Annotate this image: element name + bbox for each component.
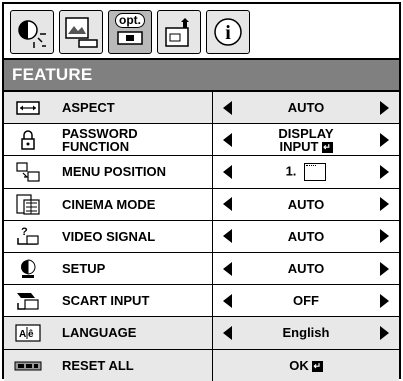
video-signal-selector[interactable]: AUTO: [212, 220, 399, 252]
reset-all-button[interactable]: OK ↵: [212, 349, 399, 381]
password-selector[interactable]: DISPLAY INPUT ↵: [212, 124, 399, 156]
cinema-mode-label: CINEMA MODE: [62, 196, 156, 212]
menu-position-icon: [16, 162, 40, 182]
arrow-right-icon[interactable]: [380, 164, 389, 179]
cinema-mode-row[interactable]: CINEMA MODE AUTO: [4, 188, 399, 221]
menu-position-label: MENU POSITION: [62, 164, 167, 180]
picture-tab[interactable]: [10, 10, 54, 54]
language-selector[interactable]: English: [212, 317, 399, 349]
scart-input-label: SCART INPUT: [62, 293, 150, 309]
cinema-mode-selector[interactable]: AUTO: [212, 188, 399, 220]
option-tab[interactable]: opt.: [108, 10, 152, 54]
password-value-line2: INPUT: [279, 138, 319, 154]
enter-icon: ↵: [321, 141, 333, 153]
arrow-left-icon[interactable]: [223, 132, 232, 147]
setup-label: SETUP: [62, 261, 106, 277]
menu-position-value: 1.: [285, 163, 297, 179]
password-function-row[interactable]: PASSWORD FUNCTION DISPLAY INPUT ↵: [4, 124, 399, 157]
aspect-icon: [16, 100, 40, 115]
aspect-row[interactable]: ASPECT AUTO: [4, 92, 399, 125]
arrow-right-icon[interactable]: [380, 293, 389, 308]
setup-row[interactable]: SETUP AUTO: [4, 252, 399, 286]
picture-monitor-icon: [65, 17, 98, 48]
cinema-mode-value: AUTO: [287, 196, 325, 212]
reset-all-value: OK: [289, 358, 309, 374]
video-signal-value: AUTO: [287, 228, 325, 244]
cinema-mode-icon: [16, 194, 40, 215]
image-tab[interactable]: [59, 10, 103, 54]
arrow-right-icon[interactable]: [380, 197, 389, 212]
contrast-sun-icon: [18, 20, 46, 48]
arrow-left-icon[interactable]: [223, 293, 232, 308]
svg-text:ê: ê: [28, 329, 34, 340]
arrow-right-icon[interactable]: [380, 261, 389, 276]
video-signal-icon: ?: [17, 226, 39, 246]
svg-text:A: A: [19, 329, 26, 340]
page-title: FEATURE: [12, 65, 93, 84]
enter-icon: ↵: [311, 361, 323, 373]
language-icon: A ê: [15, 324, 41, 342]
menu-position-selector[interactable]: 1.: [212, 156, 399, 188]
scart-input-row[interactable]: SCART INPUT OFF: [4, 285, 399, 318]
aspect-selector[interactable]: AUTO: [212, 92, 399, 124]
installation-icon: [165, 18, 189, 47]
scart-input-value: OFF: [293, 293, 319, 309]
arrow-left-icon[interactable]: [223, 197, 232, 212]
language-row[interactable]: A ê LANGUAGE English: [4, 317, 399, 350]
setup-selector[interactable]: AUTO: [212, 252, 399, 285]
arrow-left-icon[interactable]: [223, 164, 232, 179]
aspect-value: AUTO: [287, 100, 325, 116]
aspect-label: ASPECT: [62, 100, 115, 116]
arrow-left-icon[interactable]: [223, 261, 232, 276]
setup-icon: [21, 259, 36, 278]
feature-settings-list: ASPECT AUTO PASSWORD FUNCTION DISPLAY IN…: [4, 92, 399, 381]
svg-text:i: i: [225, 22, 231, 44]
info-icon: i: [214, 18, 242, 46]
video-signal-label: VIDEO SIGNAL: [62, 228, 156, 244]
language-value: English: [282, 325, 330, 341]
arrow-left-icon[interactable]: [223, 229, 232, 244]
arrow-right-icon[interactable]: [380, 100, 389, 115]
setup-value: AUTO: [287, 261, 325, 277]
menu-position-preview-icon: [304, 162, 327, 181]
arrow-right-icon[interactable]: [380, 325, 389, 340]
video-signal-row[interactable]: ? VIDEO SIGNAL AUTO: [4, 220, 399, 253]
arrow-right-icon[interactable]: [380, 132, 389, 147]
reset-all-row[interactable]: RESET ALL OK ↵: [4, 349, 399, 381]
lock-icon: [21, 130, 35, 150]
password-label-line1: PASSWORD: [62, 125, 138, 141]
menu-position-row[interactable]: MENU POSITION 1.: [4, 156, 399, 189]
option-tab-label: opt.: [115, 13, 145, 28]
reset-icon: [14, 361, 42, 371]
password-label-line2: FUNCTION: [62, 138, 130, 154]
scart-input-selector[interactable]: OFF: [212, 285, 399, 317]
arrow-right-icon[interactable]: [380, 229, 389, 244]
language-label: LANGUAGE: [62, 325, 137, 341]
scart-input-icon: [17, 292, 39, 310]
arrow-left-icon[interactable]: [223, 325, 232, 340]
reset-all-label: RESET ALL: [62, 358, 134, 374]
arrow-left-icon[interactable]: [223, 100, 232, 115]
feature-menu-window: opt. i FEATURE ASPECT AUTO PASSWORD FUNC…: [2, 2, 401, 381]
installation-tab[interactable]: [157, 10, 201, 54]
menu-tab-bar: opt. i: [4, 4, 399, 60]
feature-header: FEATURE: [4, 60, 399, 92]
info-tab[interactable]: i: [206, 10, 250, 54]
